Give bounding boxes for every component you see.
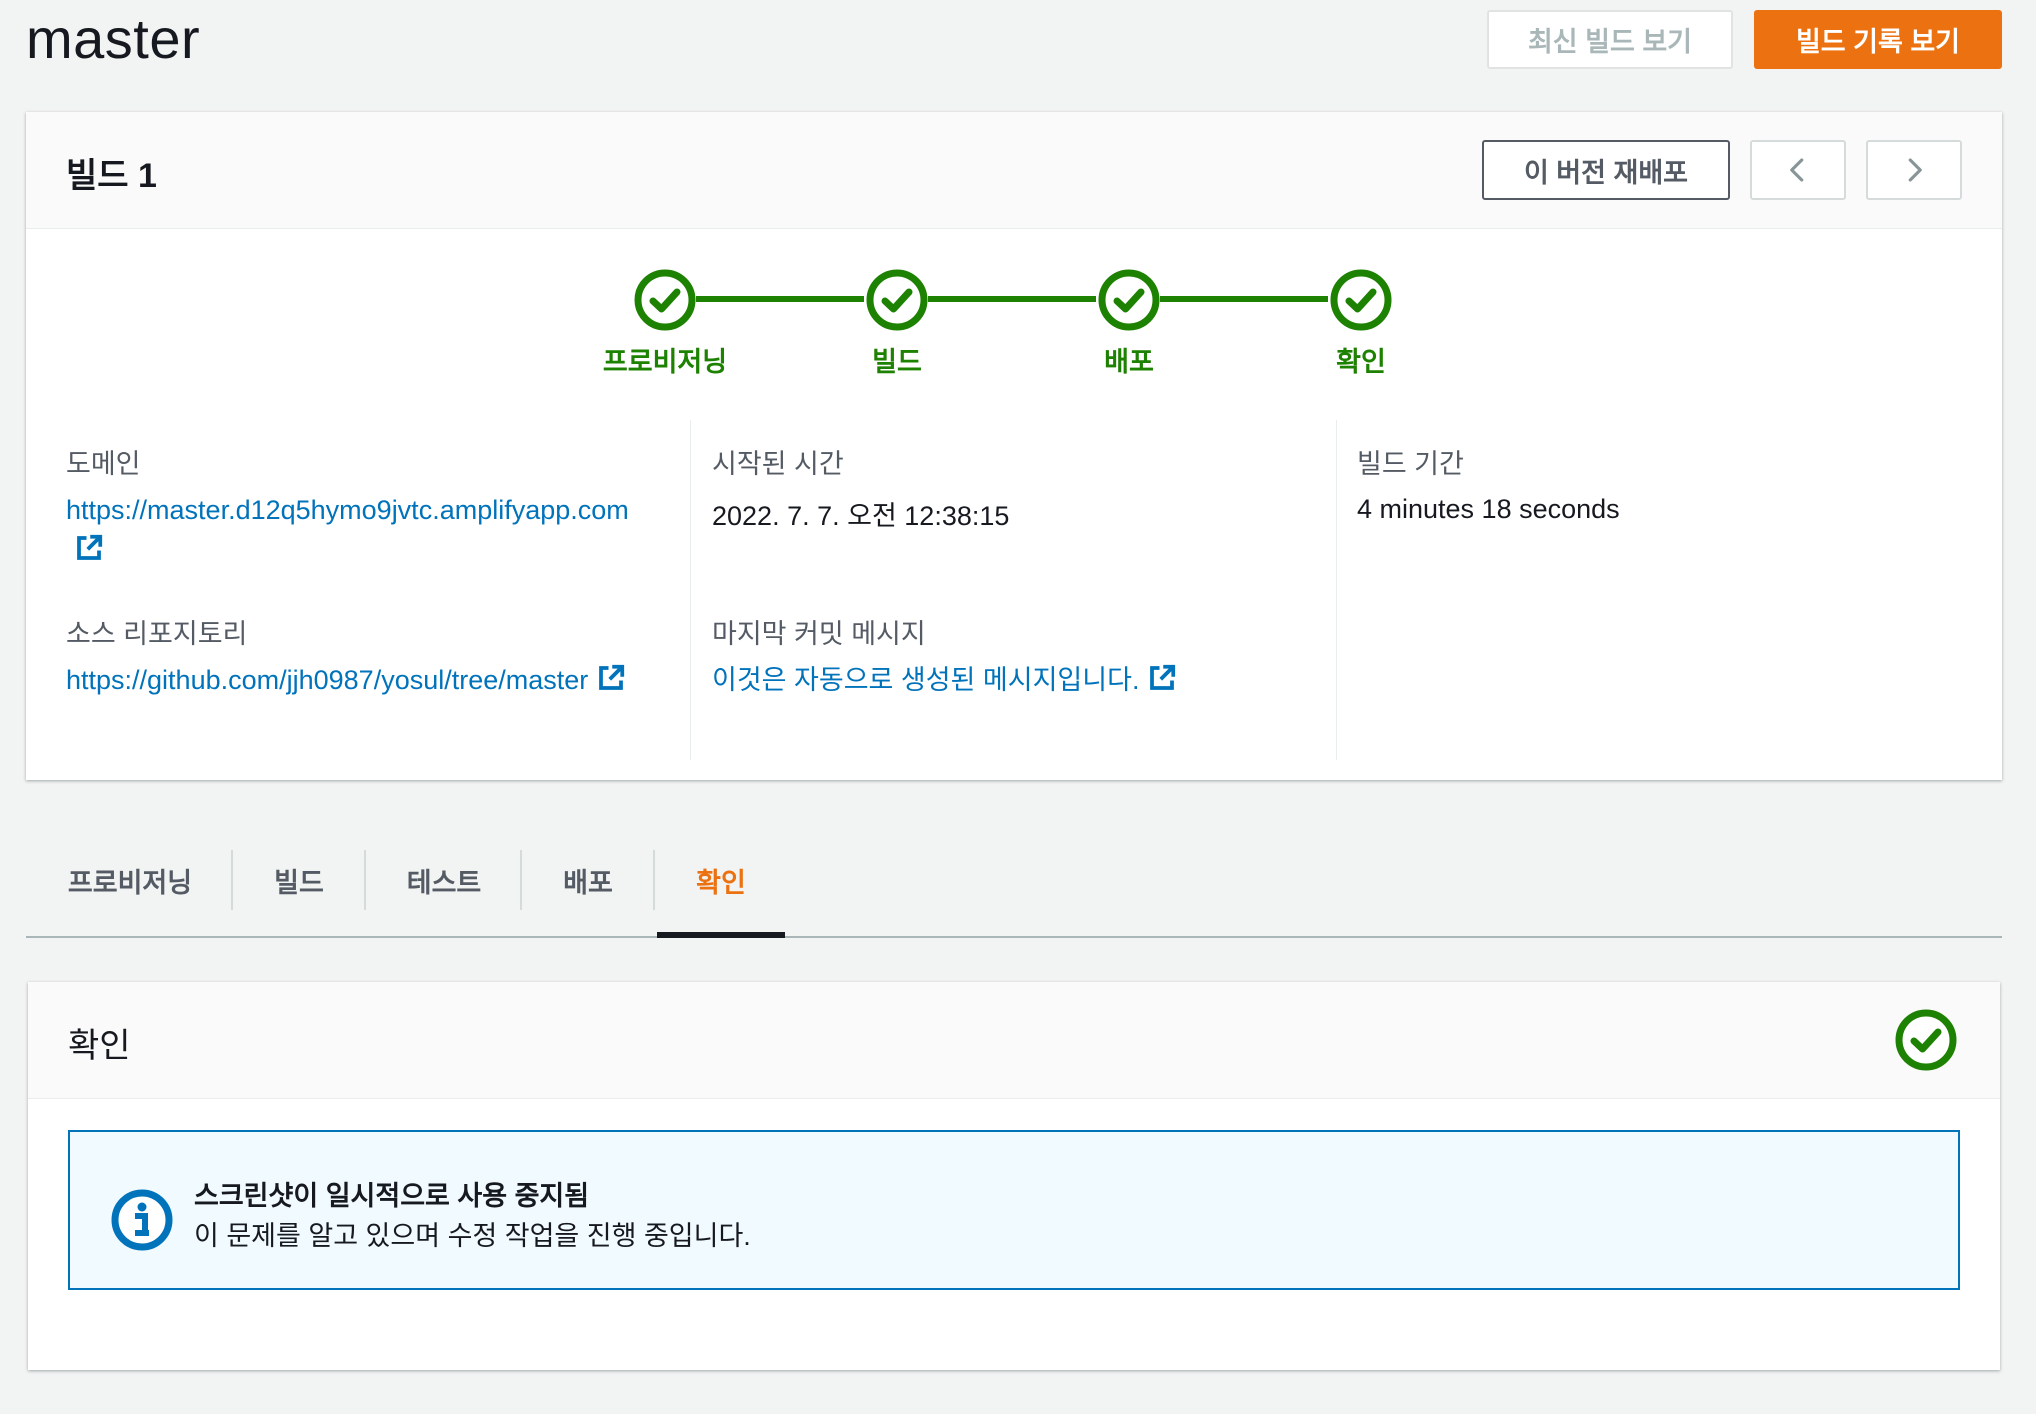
alert-title: 스크린샷이 일시적으로 사용 중지됨	[194, 1181, 590, 1211]
tab-separator	[364, 850, 366, 910]
commit-message-text[interactable]: 이것은 자동으로 생성된 메시지입니다.	[712, 665, 1139, 695]
step-label-verify: 확인	[1336, 347, 1386, 377]
active-tab-indicator	[657, 932, 785, 938]
step-success-icon	[1330, 269, 1392, 331]
build-card-header: 빌드 1 이 버전 재배포	[26, 112, 2002, 229]
verify-panel-title: 확인	[68, 1027, 131, 1065]
step-success-icon	[1098, 269, 1160, 331]
step-label-build: 빌드	[872, 347, 922, 377]
tab-test[interactable]: 테스트	[374, 840, 514, 920]
info-icon	[111, 1189, 173, 1251]
start-time-label: 시작된 시간	[712, 449, 844, 479]
info-alert: 스크린샷이 일시적으로 사용 중지됨 이 문제를 알고 있으며 수정 작업을 진…	[68, 1130, 1960, 1290]
alert-message: 이 문제를 알고 있으며 수정 작업을 진행 중입니다.	[194, 1221, 751, 1251]
column-divider	[690, 420, 691, 760]
tab-separator	[520, 850, 522, 910]
column-divider	[1336, 420, 1337, 760]
step-label-provisioning: 프로비저닝	[602, 347, 728, 377]
view-latest-build-button[interactable]: 최신 빌드 보기	[1487, 10, 1733, 69]
tab-separator	[653, 850, 655, 910]
step-label-deploy: 배포	[1104, 347, 1154, 377]
next-build-button[interactable]	[1866, 140, 1962, 200]
step-connector	[696, 296, 864, 302]
repo-link-text[interactable]: https://github.com/jjh0987/yosul/tree/ma…	[66, 665, 588, 695]
external-link-icon	[599, 664, 625, 690]
tab-provisioning[interactable]: 프로비저닝	[40, 840, 220, 920]
check-circle-icon	[1895, 1009, 1957, 1071]
step-connector	[928, 296, 1096, 302]
tab-verify[interactable]: 확인	[660, 840, 782, 920]
build-duration-value: 4 minutes 18 seconds	[1357, 494, 1620, 524]
build-title: 빌드 1	[66, 157, 157, 195]
start-time-value: 2022. 7. 7. 오전 12:38:15	[712, 501, 1010, 531]
build-duration-label: 빌드 기간	[1357, 449, 1464, 479]
tab-deploy[interactable]: 배포	[530, 840, 646, 920]
chevron-right-icon	[1908, 158, 1922, 182]
external-link-icon	[1150, 664, 1176, 690]
commit-message-link[interactable]: 이것은 자동으로 생성된 메시지입니다.	[712, 660, 1272, 700]
domain-label: 도메인	[66, 449, 141, 479]
previous-build-button[interactable]	[1750, 140, 1846, 200]
verify-panel-header: 확인	[28, 982, 2000, 1099]
repo-link[interactable]: https://github.com/jjh0987/yosul/tree/ma…	[66, 660, 676, 700]
view-build-history-button[interactable]: 빌드 기록 보기	[1754, 10, 2002, 69]
page-title: master	[26, 7, 201, 70]
domain-link[interactable]: https://master.d12q5hymo9jvtc.amplifyapp…	[66, 490, 666, 570]
repo-label: 소스 리포지토리	[66, 619, 248, 649]
chevron-left-icon	[1790, 158, 1804, 182]
tab-build[interactable]: 빌드	[240, 840, 358, 920]
step-success-icon	[866, 269, 928, 331]
redeploy-button[interactable]: 이 버전 재배포	[1482, 140, 1730, 200]
tab-separator	[231, 850, 233, 910]
step-success-icon	[634, 269, 696, 331]
tabs-divider	[26, 936, 2002, 938]
commit-message-label: 마지막 커밋 메시지	[712, 619, 926, 649]
external-link-icon	[77, 534, 103, 560]
domain-link-text[interactable]: https://master.d12q5hymo9jvtc.amplifyapp…	[66, 495, 629, 525]
step-connector	[1160, 296, 1328, 302]
